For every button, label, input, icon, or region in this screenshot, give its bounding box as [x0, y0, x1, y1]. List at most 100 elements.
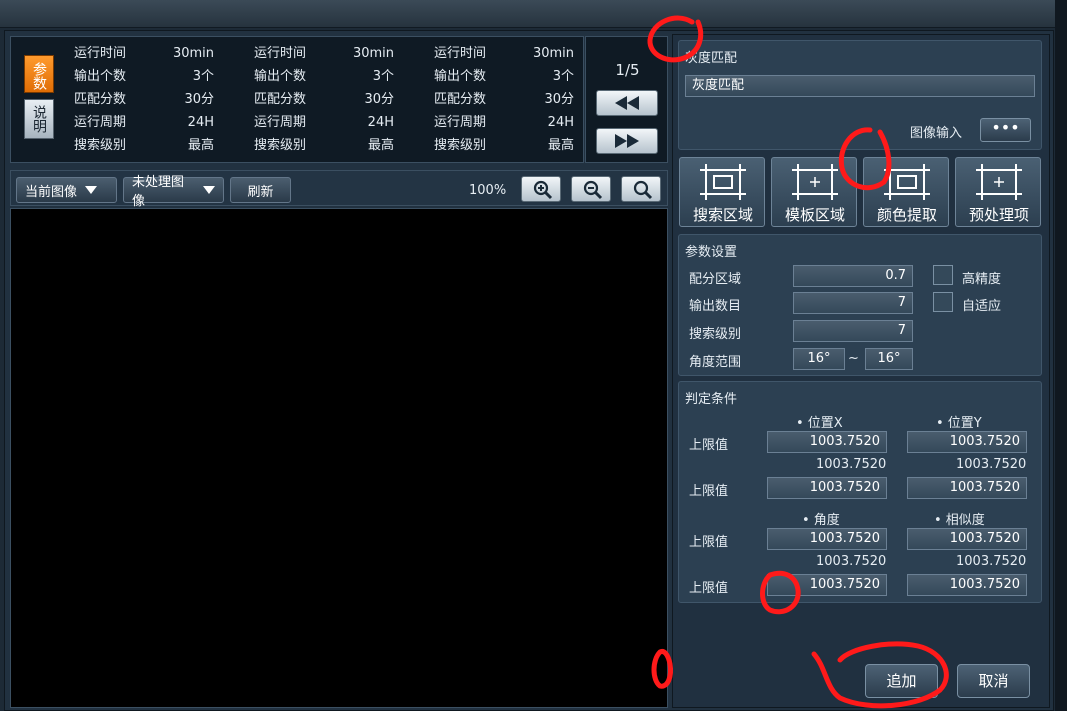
param-column-2: 运行时间 30min 输出个数 3个 匹配分数 30分 运行周期 24H 搜索级别 最高 — [254, 45, 402, 160]
param-label: 搜索级别 — [254, 138, 307, 153]
rewind-icon — [615, 96, 639, 110]
param-value: 24H — [367, 115, 394, 130]
image-viewer[interactable] — [10, 208, 668, 708]
param-row: 匹配分数 30分 — [254, 91, 402, 114]
param-row: 运行周期 24H — [254, 114, 402, 137]
current-image-label: 当前图像 — [25, 184, 78, 200]
lower-similarity-field[interactable]: 1003.7520 — [907, 574, 1027, 596]
param-value: 最高 — [547, 138, 574, 153]
page-indicator: 1/5 — [615, 61, 640, 79]
upper-y-field[interactable]: 1003.7520 — [907, 431, 1027, 453]
upper-limit-label: 上限值 — [689, 581, 729, 596]
mid-similarity-value: 1003.7520 — [956, 554, 1027, 569]
upper-x-field[interactable]: 1003.7520 — [767, 431, 887, 453]
angle-separator: ~ — [848, 351, 859, 366]
unprocessed-image-dropdown[interactable]: 未处理图像 — [123, 175, 224, 209]
add-button[interactable]: 追加 — [865, 664, 938, 698]
search-level-field[interactable]: 7 — [793, 320, 913, 342]
image-input-browse-button[interactable]: ••• — [980, 118, 1031, 142]
window-titlebar — [0, 0, 1067, 28]
judge-title: 判定条件 — [685, 392, 738, 407]
next-page-button[interactable] — [596, 128, 658, 154]
search-region-button[interactable]: 搜索区域 — [679, 157, 765, 227]
param-value: 30分 — [364, 92, 394, 107]
template-region-button[interactable]: 模板区域 — [771, 157, 857, 227]
param-label: 匹配分数 — [434, 92, 487, 107]
upper-angle-field[interactable]: 1003.7520 — [767, 528, 887, 550]
upper-limit-label: 上限值 — [689, 484, 729, 499]
caret-down-icon — [203, 186, 215, 194]
tab-description[interactable]: 说明 — [24, 99, 54, 139]
current-image-dropdown[interactable]: 当前图像 — [16, 177, 117, 203]
param-row: 运行周期 24H — [434, 114, 582, 137]
zoom-out-button[interactable] — [571, 176, 611, 202]
cancel-button[interactable]: 取消 — [957, 664, 1030, 698]
param-label: 匹配分数 — [74, 92, 127, 107]
param-label: 搜索级别 — [434, 138, 487, 153]
tab-params[interactable]: 参数 — [24, 55, 54, 93]
search-level-label: 搜索级别 — [689, 327, 742, 342]
param-label: 输出个数 — [254, 69, 307, 84]
upper-similarity-field[interactable]: 1003.7520 — [907, 528, 1027, 550]
preprocess-icon — [976, 164, 1022, 200]
preprocess-button[interactable]: 预处理项 — [955, 157, 1041, 227]
param-row: 输出个数 3个 — [434, 68, 582, 91]
param-value: 最高 — [367, 138, 394, 153]
zoom-in-button[interactable] — [521, 176, 561, 202]
param-column-1: 运行时间 30min 输出个数 3个 匹配分数 30分 运行周期 24H 搜索级别 最高 — [74, 45, 222, 160]
param-value: 30min — [352, 46, 394, 61]
param-label: 运行时间 — [254, 46, 307, 61]
param-label: 输出个数 — [434, 69, 487, 84]
param-column-3: 运行时间 30min 输出个数 3个 匹配分数 30分 运行周期 24H 搜索级别 最高 — [434, 45, 582, 160]
param-row: 匹配分数 30分 — [434, 91, 582, 114]
angle-header: • 角度 — [802, 513, 840, 528]
color-extract-button[interactable]: 颜色提取 — [863, 157, 949, 227]
high-precision-label: 高精度 — [962, 272, 1002, 287]
output-count-field[interactable]: 7 — [793, 292, 913, 314]
param-row: 运行时间 30min — [254, 45, 402, 68]
param-label: 运行时间 — [74, 46, 127, 61]
lower-y-field[interactable]: 1003.7520 — [907, 477, 1027, 499]
adaptive-checkbox[interactable] — [933, 292, 953, 312]
refresh-button[interactable]: 刷新 — [230, 177, 291, 203]
param-row: 运行周期 24H — [74, 114, 222, 137]
param-row: 输出个数 3个 — [254, 68, 402, 91]
gray-match-name-field[interactable]: 灰度匹配 — [685, 75, 1035, 97]
pager-panel: 1/5 — [585, 36, 668, 163]
param-summary-panel: 参数 说明 运行时间 30min 输出个数 3个 匹配分数 30分 运行周期 24H 搜… — [10, 36, 584, 163]
param-row: 搜索级别 最高 — [254, 137, 402, 160]
lower-angle-field[interactable]: 1003.7520 — [767, 574, 887, 596]
param-row: 匹配分数 30分 — [74, 91, 222, 114]
angle-range-label: 角度范围 — [689, 355, 742, 370]
angle-max-field[interactable]: 16° — [865, 348, 913, 370]
param-value: 24H — [187, 115, 214, 130]
gray-match-title: 灰度匹配 — [685, 51, 738, 66]
score-region-field[interactable]: 0.7 — [793, 265, 913, 287]
color-extract-icon — [884, 164, 930, 200]
prev-page-button[interactable] — [596, 90, 658, 116]
score-region-label: 配分区域 — [689, 272, 742, 287]
search-icon — [633, 180, 653, 200]
pos-x-header: • 位置X — [796, 416, 843, 431]
search-region-icon — [700, 164, 746, 200]
param-value: 3个 — [372, 69, 394, 84]
param-row: 搜索级别 最高 — [74, 137, 222, 160]
lower-x-field[interactable]: 1003.7520 — [767, 477, 887, 499]
template-region-label: 模板区域 — [784, 206, 845, 224]
mid-angle-value: 1003.7520 — [816, 554, 887, 569]
upper-limit-label: 上限值 — [689, 535, 729, 550]
template-region-icon — [792, 164, 838, 200]
param-value: 30min — [172, 46, 214, 61]
param-row: 运行时间 30min — [74, 45, 222, 68]
fit-search-button[interactable] — [621, 176, 661, 202]
upper-limit-label: 上限值 — [689, 438, 729, 453]
param-row: 搜索级别 最高 — [434, 137, 582, 160]
param-label: 输出个数 — [74, 69, 127, 84]
param-label: 搜索级别 — [74, 138, 127, 153]
zoom-level: 100% — [469, 183, 507, 198]
angle-min-field[interactable]: 16° — [793, 348, 845, 370]
high-precision-checkbox[interactable] — [933, 265, 953, 285]
param-row: 输出个数 3个 — [74, 68, 222, 91]
param-value: 3个 — [192, 69, 214, 84]
pos-y-header: • 位置Y — [936, 416, 982, 431]
